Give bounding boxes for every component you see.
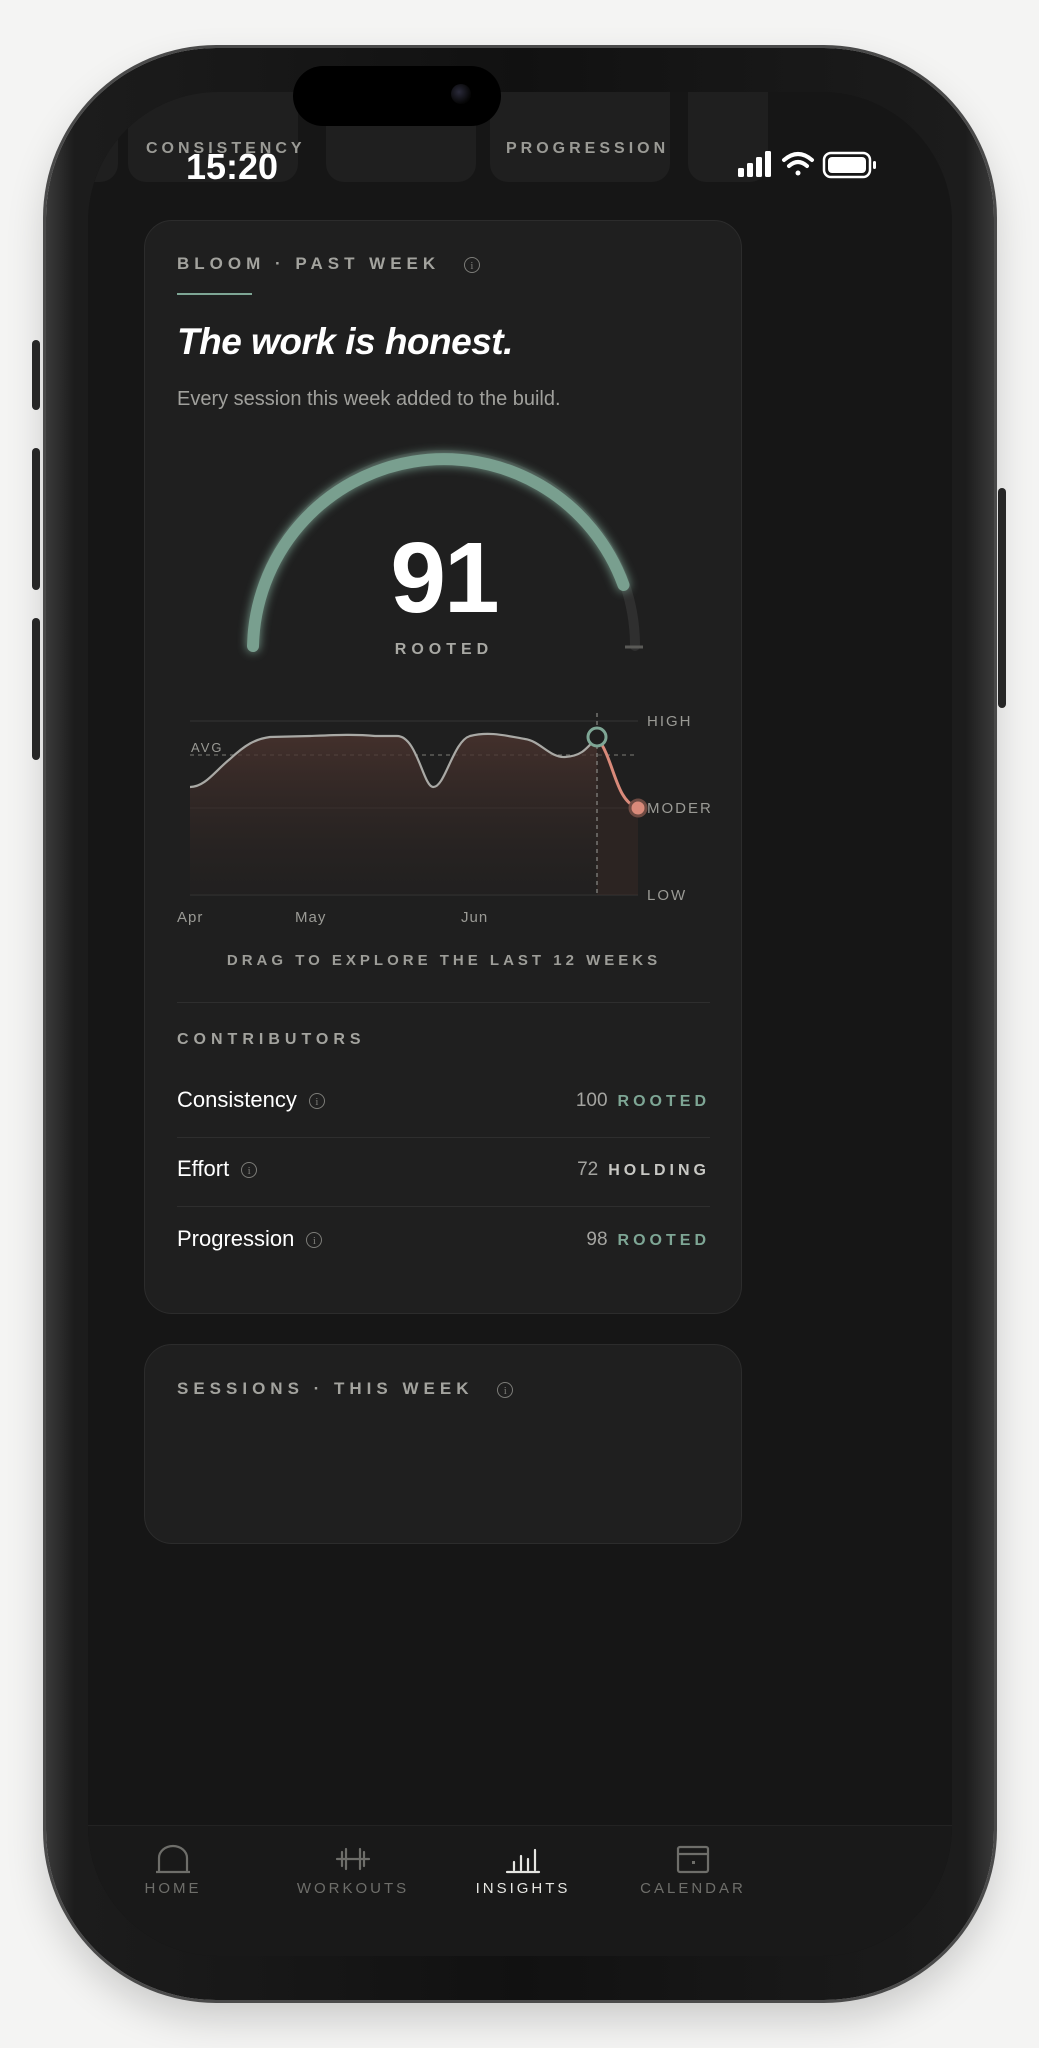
wifi-icon <box>782 152 814 176</box>
tab-calendar[interactable]: CALENDAR <box>608 1826 778 1906</box>
contributor-value: 98 <box>586 1229 608 1250</box>
tab-bar: HOME WORKOUTS INSIGHTS CALENDAR <box>88 1825 952 1956</box>
tab-label: HOME <box>144 1880 202 1897</box>
cellular-signal-icon <box>738 151 771 177</box>
kicker-underline <box>177 293 252 295</box>
screen: CONSISTENCY PROGRESSION 15:20 BLOOM · PA… <box>88 92 952 1956</box>
phone-frame: CONSISTENCY PROGRESSION 15:20 BLOOM · PA… <box>32 48 1006 2000</box>
metric-tile-edge <box>88 92 118 182</box>
tab-label: WORKOUTS <box>296 1880 410 1897</box>
volume-up-button <box>32 448 40 590</box>
status-time: 15:20 <box>186 146 279 187</box>
camera-icon <box>451 84 471 104</box>
info-icon[interactable]: i <box>497 1381 514 1398</box>
power-button <box>998 488 1006 708</box>
info-icon[interactable]: i <box>463 256 480 273</box>
bloom-card: BLOOM · PAST WEEK i The work is honest. … <box>144 220 742 1314</box>
divider <box>177 1002 710 1003</box>
contributor-name: Progression <box>177 1226 295 1251</box>
dumbbell-icon <box>335 1847 371 1871</box>
avg-label: AVG <box>191 740 224 755</box>
info-icon[interactable]: i <box>306 1232 323 1249</box>
contributor-row-progression[interactable]: Progression i 98 ROOTED <box>177 1218 710 1264</box>
tab-workouts[interactable]: WORKOUTS <box>268 1826 438 1906</box>
tab-insights[interactable]: INSIGHTS <box>438 1826 608 1906</box>
sessions-card: SESSIONS · THIS WEEK i <box>144 1344 742 1544</box>
trend-drop-line <box>597 737 638 895</box>
headline: The work is honest. <box>177 321 513 362</box>
score-value: 91 <box>390 522 499 634</box>
contributors-title: CONTRIBUTORS <box>177 1031 366 1048</box>
current-point <box>628 798 648 818</box>
contributor-value: 72 <box>577 1159 599 1180</box>
trend-area <box>190 733 597 895</box>
battery-icon <box>822 151 876 179</box>
level-moderate-label: MODERATE <box>647 800 711 817</box>
subline: Every session this week added to the bui… <box>177 388 561 410</box>
calendar-icon <box>676 1845 710 1874</box>
tab-label: INSIGHTS <box>475 1880 571 1897</box>
month-label: Jun <box>461 909 489 926</box>
divider <box>177 1206 710 1207</box>
volume-down-button <box>32 618 40 760</box>
card-kicker: SESSIONS · THIS WEEK i <box>177 1379 514 1399</box>
action-button <box>32 340 40 410</box>
month-label: Apr <box>177 909 204 926</box>
contributor-row-consistency[interactable]: Consistency i 100 ROOTED <box>177 1079 710 1125</box>
metric-tile-progression[interactable]: PROGRESSION <box>490 92 670 182</box>
contributor-row-effort[interactable]: Effort i 72 HOLDING <box>177 1148 710 1194</box>
contributor-status: ROOTED <box>617 1232 710 1249</box>
contributor-name: Consistency <box>177 1087 297 1112</box>
drag-hint: DRAG TO EXPLORE THE LAST 12 WEEKS <box>226 952 662 969</box>
tab-label: CALENDAR <box>640 1880 746 1897</box>
tile-label: PROGRESSION <box>506 140 670 157</box>
info-icon[interactable]: i <box>308 1093 325 1110</box>
score-label: ROOTED <box>394 641 494 658</box>
divider <box>177 1137 710 1138</box>
bar-chart-icon <box>505 1848 541 1874</box>
tab-home[interactable]: HOME <box>88 1826 258 1906</box>
dynamic-island <box>293 66 501 126</box>
contributor-status: ROOTED <box>617 1093 710 1110</box>
scrubber-point <box>586 726 608 748</box>
contributor-value: 100 <box>575 1090 608 1111</box>
card-kicker: BLOOM · PAST WEEK i <box>177 254 480 274</box>
level-low-label: LOW <box>647 887 688 904</box>
info-icon[interactable]: i <box>241 1162 258 1179</box>
home-arch-icon <box>156 1844 190 1874</box>
month-label: May <box>295 909 327 926</box>
contributor-status: HOLDING <box>608 1162 710 1179</box>
status-icons <box>736 148 882 187</box>
contributor-name: Effort <box>177 1156 230 1181</box>
level-high-label: HIGH <box>647 713 693 730</box>
